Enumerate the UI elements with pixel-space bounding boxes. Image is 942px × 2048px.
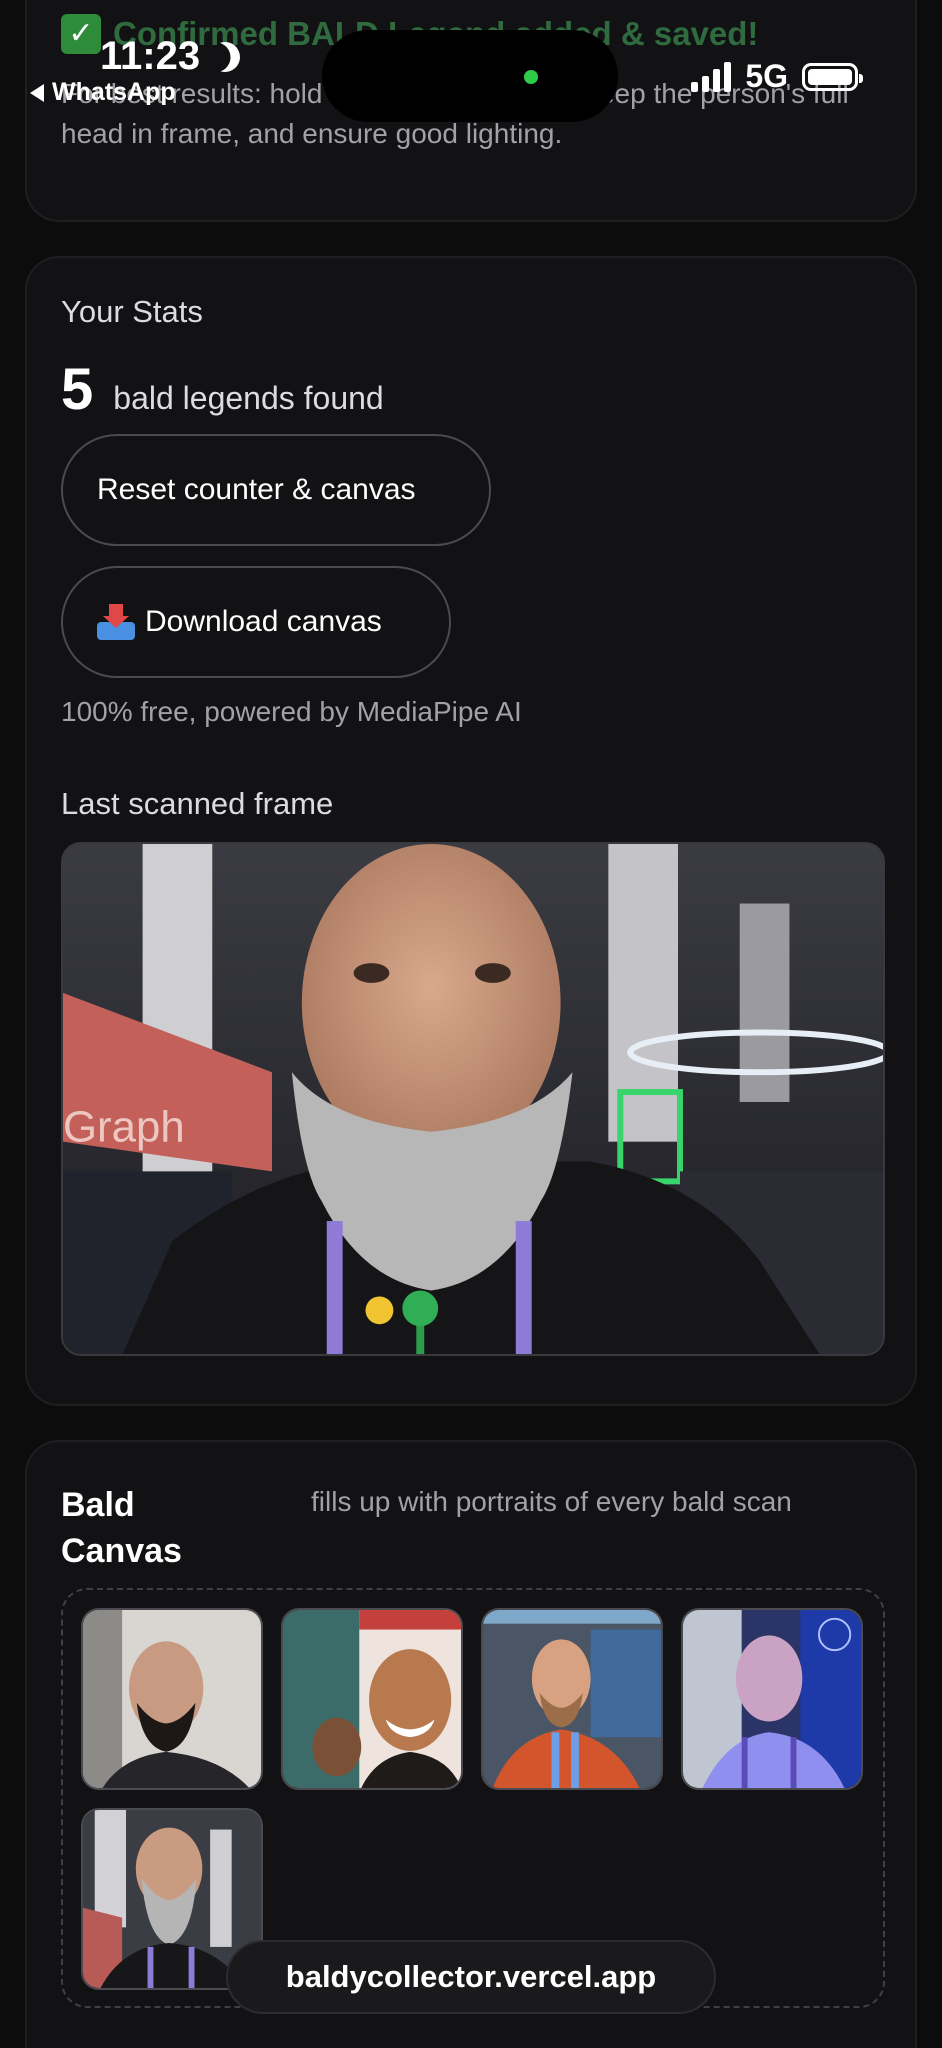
time-text: 11:23 <box>100 34 201 78</box>
portrait-thumbnail[interactable] <box>81 1608 263 1790</box>
download-canvas-button[interactable]: Download canvas <box>61 566 451 678</box>
powered-by-note: 100% free, powered by MediaPipe AI <box>61 696 522 727</box>
moon-icon <box>206 37 244 75</box>
page: ✓ Confirmed BALD Legend added & saved! F… <box>0 0 942 2048</box>
battery-icon <box>802 62 863 91</box>
status-bar: 11:23 WhatsApp 5G <box>0 0 942 122</box>
status-time: 11:23 <box>100 34 240 79</box>
back-to-app-button[interactable]: WhatsApp <box>30 78 176 107</box>
inbox-tray-icon <box>97 604 135 640</box>
download-button-label: Download canvas <box>145 605 382 638</box>
count-row: 5 bald legends found <box>61 356 384 423</box>
portrait-thumbnail[interactable] <box>481 1608 663 1790</box>
canvas-title: Bald Canvas <box>61 1486 182 1570</box>
portrait-thumbnail[interactable] <box>281 1608 463 1790</box>
reset-button-label: Reset counter & canvas <box>97 473 416 506</box>
camera-indicator-dot <box>524 70 538 84</box>
reset-button[interactable]: Reset counter & canvas <box>61 434 491 546</box>
url-text: baldycollector.vercel.app <box>285 1959 657 1994</box>
legend-count-label: bald legends found <box>113 380 384 416</box>
portrait-thumbnail[interactable] <box>681 1608 863 1790</box>
back-arrow-icon <box>30 83 44 102</box>
legend-count: 5 <box>61 357 94 422</box>
last-frame-label: Last scanned frame <box>61 786 334 821</box>
network-type: 5G <box>745 58 788 94</box>
signal-icon <box>691 61 732 92</box>
back-app-label: WhatsApp <box>52 78 176 106</box>
canvas-subtitle: fills up with portraits of every bald sc… <box>311 1486 792 1517</box>
dynamic-island <box>322 30 618 122</box>
stats-card: Your Stats 5 bald legends found Reset co… <box>25 256 917 1406</box>
svg-text:Graph: Graph <box>63 1103 185 1152</box>
last-scanned-frame-image: Graph <box>61 842 885 1356</box>
stats-title: Your Stats <box>61 294 203 329</box>
status-indicators: 5G <box>691 58 863 95</box>
address-bar[interactable]: baldycollector.vercel.app <box>226 1940 716 2014</box>
